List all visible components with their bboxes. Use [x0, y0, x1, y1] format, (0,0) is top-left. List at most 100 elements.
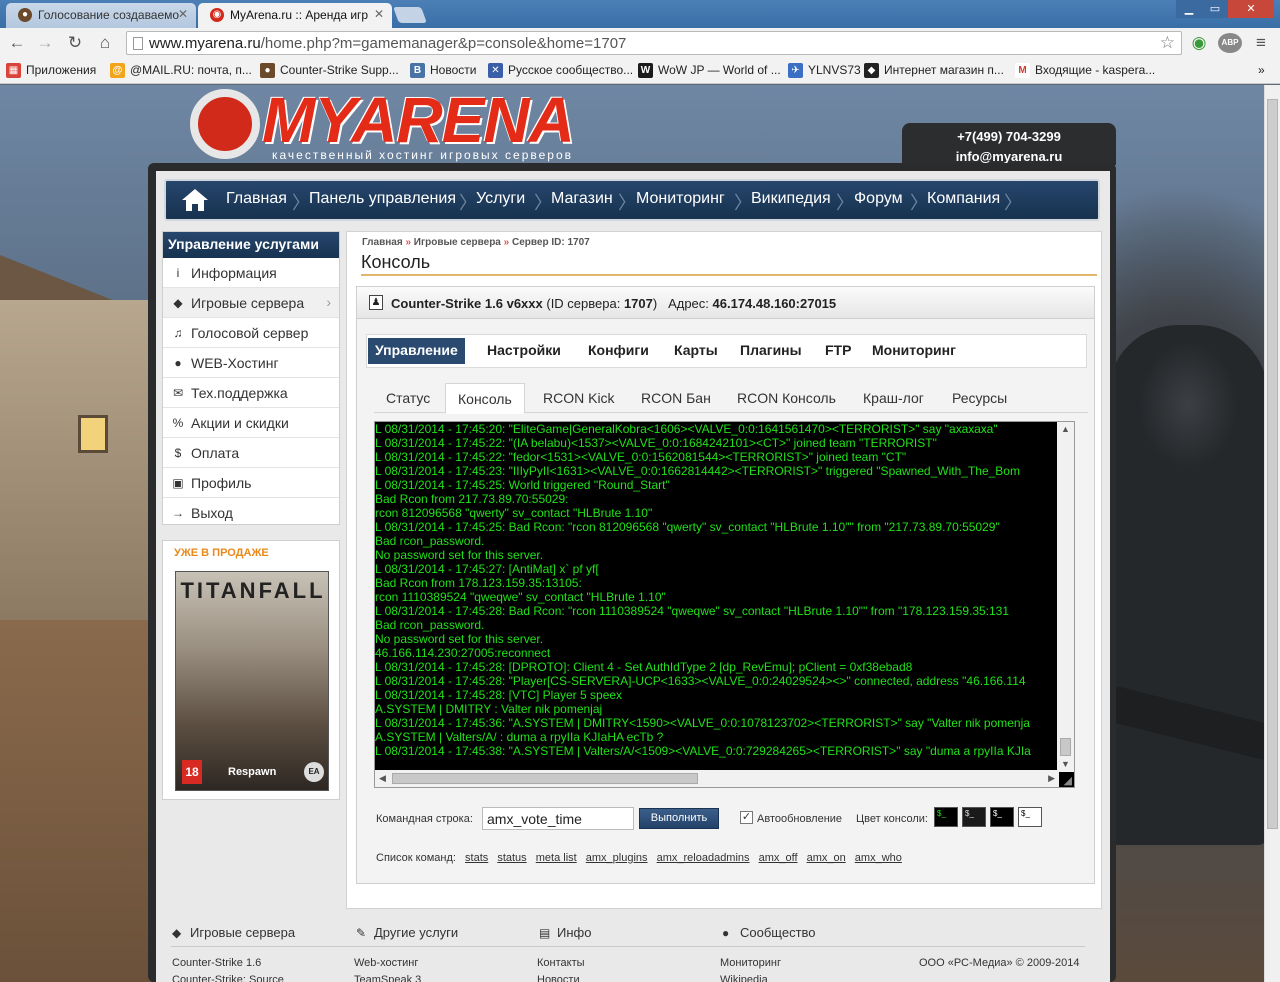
reload-icon[interactable]: ↻ — [64, 32, 86, 54]
nav-item-wiki[interactable]: Википедия — [751, 190, 831, 208]
address-bar[interactable]: www.myarena.ru/home.php?m=gamemanager&p=… — [126, 31, 1182, 55]
sidebar-item-support[interactable]: ✉ Тех.поддержка — [163, 378, 339, 408]
close-tab-icon[interactable]: ✕ — [374, 7, 384, 21]
bookmark-mailru[interactable]: @ @MAIL.RU: почта, п... — [110, 63, 252, 78]
sidebar-item-payment[interactable]: $ Оплата — [163, 438, 339, 468]
back-arrow-icon[interactable]: ← — [6, 32, 28, 54]
subtab-rcon-console[interactable]: RCON Консоль — [725, 383, 848, 414]
extension-green-icon[interactable]: ◉ — [1188, 32, 1210, 54]
console-color-green[interactable]: $_ — [934, 807, 958, 827]
bookmark-russian-community[interactable]: ✕ Русское сообщество... — [488, 63, 633, 78]
console-output[interactable]: L 08/31/2014 - 17:45:20: "EliteGame|Gene… — [374, 421, 1075, 788]
tab-maps[interactable]: Карты — [667, 338, 725, 364]
scroll-up-arrow-icon[interactable]: ▲ — [1061, 424, 1070, 434]
nav-item-company[interactable]: Компания — [927, 190, 1000, 208]
minimize-window-button[interactable]: ▁ — [1176, 0, 1202, 18]
nav-item-shop[interactable]: Магазин — [551, 190, 613, 208]
nav-item-monitoring[interactable]: Мониторинг — [636, 190, 725, 208]
scroll-left-arrow-icon[interactable]: ◀ — [379, 773, 386, 784]
footer-link[interactable]: Мониторинг — [720, 957, 781, 969]
home-icon[interactable]: ⌂ — [94, 32, 116, 54]
command-link-amx-reloadadmins[interactable]: amx_reloadadmins — [657, 852, 750, 864]
nav-item-control-panel[interactable]: Панель управления — [309, 190, 456, 208]
command-link-amx-who[interactable]: amx_who — [855, 852, 902, 864]
command-link-amx-on[interactable]: amx_on — [807, 852, 846, 864]
bookmark-shop[interactable]: ◆ Интернет магазин п... — [864, 63, 1004, 78]
tab-monitoring[interactable]: Мониторинг — [865, 338, 963, 364]
adblock-extension-icon[interactable]: ABP — [1218, 33, 1242, 53]
maximize-window-button[interactable]: ▭ — [1202, 0, 1228, 18]
subtab-console[interactable]: Консоль — [445, 383, 525, 414]
bookmark-ylnvs73[interactable]: ✈ YLNVS73 — [788, 63, 861, 78]
breadcrumb-home[interactable]: Главная — [362, 237, 403, 248]
browser-tab-voting[interactable]: ● Голосование создаваемо ✕ — [6, 3, 196, 28]
browser-tab-myarena[interactable]: ◉ MyArena.ru :: Аренда игр ✕ — [198, 3, 392, 28]
subtab-rcon-kick[interactable]: RCON Kick — [531, 383, 627, 414]
sidebar-item-logout[interactable]: → Выход — [163, 498, 339, 528]
bookmark-vk-news[interactable]: B Новости — [410, 63, 476, 78]
bookmark-gmail[interactable]: M Входящие - kaspera... — [1015, 63, 1155, 78]
house-icon[interactable] — [180, 187, 210, 213]
footer-link[interactable]: Wikipedia — [720, 974, 768, 982]
close-window-button[interactable]: ✕ — [1228, 0, 1274, 18]
subtab-status[interactable]: Статус — [374, 383, 442, 414]
breadcrumb-game-servers[interactable]: Игровые сервера — [414, 237, 501, 248]
bookmark-wow-jp[interactable]: W WoW JP — World of ... — [638, 63, 781, 78]
tab-configs[interactable]: Конфиги — [581, 338, 656, 364]
tab-plugins[interactable]: Плагины — [733, 338, 809, 364]
command-link-amx-plugins[interactable]: amx_plugins — [586, 852, 648, 864]
command-link-amx-off[interactable]: amx_off — [759, 852, 798, 864]
tab-management[interactable]: Управление — [368, 338, 465, 364]
nav-item-forum[interactable]: Форум — [854, 190, 903, 208]
bookmark-star-icon[interactable]: ☆ — [1160, 33, 1175, 53]
autoupdate-checkbox[interactable]: ✓ — [740, 811, 753, 824]
tab-ftp[interactable]: FTP — [818, 338, 858, 364]
command-link-status[interactable]: status — [497, 852, 526, 864]
titanfall-cover-image[interactable]: TITANFALL 18 Respawn EA — [175, 571, 329, 791]
footer-link[interactable]: Counter-Strike: Source — [172, 974, 284, 982]
sidebar-item-promotions[interactable]: % Акции и скидки — [163, 408, 339, 438]
new-tab-button[interactable] — [393, 7, 427, 23]
sidebar-item-game-servers[interactable]: ◆ Игровые сервера › — [163, 288, 339, 318]
footer-link[interactable]: Новости — [537, 974, 580, 982]
bookmark-apps[interactable]: ▦ Приложения — [6, 63, 96, 78]
command-input[interactable]: amx_vote_time — [482, 807, 634, 830]
console-color-black-on-white[interactable]: $_ — [1018, 807, 1042, 827]
console-color-white-on-black[interactable]: $_ — [990, 807, 1014, 827]
scroll-down-arrow-icon[interactable]: ▼ — [1061, 759, 1070, 769]
page-vertical-scrollbar[interactable] — [1264, 85, 1280, 982]
command-link-stats[interactable]: stats — [465, 852, 488, 864]
nav-item-home[interactable]: Главная — [226, 190, 287, 208]
footer-link[interactable]: Контакты — [537, 957, 585, 969]
sidebar-item-profile[interactable]: ▣ Профиль — [163, 468, 339, 498]
tab-settings[interactable]: Настройки — [480, 338, 568, 364]
sidebar-item-voice-server[interactable]: ♫ Голосовой сервер — [163, 318, 339, 348]
close-tab-icon[interactable]: ✕ — [178, 7, 188, 21]
subtab-rcon-ban[interactable]: RCON Бан — [629, 383, 723, 414]
nav-item-services[interactable]: Услуги — [476, 190, 525, 208]
forward-arrow-icon[interactable]: → — [34, 32, 56, 54]
sidebar-item-web-hosting[interactable]: ● WEB-Хостинг — [163, 348, 339, 378]
sidebar-item-info[interactable]: i Информация — [163, 258, 339, 288]
myarena-logo[interactable]: MYARENA качественный хостинг игровых сер… — [190, 85, 590, 163]
page-scroll-thumb[interactable] — [1267, 99, 1278, 829]
bird-icon: ✈ — [788, 63, 803, 78]
menu-icon[interactable]: ≡ — [1250, 32, 1272, 54]
footer-link[interactable]: Counter-Strike 1.6 — [172, 957, 261, 969]
bookmarks-overflow-chevron[interactable]: » — [1258, 63, 1265, 77]
resize-grip-icon[interactable]: ◢ — [1064, 774, 1072, 787]
console-vertical-scrollbar[interactable]: ▲ ▼ — [1057, 422, 1074, 772]
scroll-right-arrow-icon[interactable]: ▶ — [1048, 773, 1055, 784]
console-horizontal-scroll-thumb[interactable] — [392, 773, 698, 784]
console-vertical-scroll-thumb[interactable] — [1060, 738, 1071, 756]
execute-button[interactable]: Выполнить — [639, 808, 719, 829]
footer-link[interactable]: TeamSpeak 3 — [354, 974, 421, 982]
console-color-gray[interactable]: $_ — [962, 807, 986, 827]
footer-link[interactable]: Web-хостинг — [354, 957, 418, 969]
bookmark-cs-support[interactable]: ● Counter-Strike Supp... — [260, 63, 399, 78]
console-lines: L 08/31/2014 - 17:45:20: "EliteGame|Gene… — [375, 422, 1057, 772]
console-horizontal-scrollbar[interactable]: ◀ ▶ — [375, 770, 1059, 787]
subtab-crash-log[interactable]: Краш-лог — [851, 383, 936, 414]
subtab-resources[interactable]: Ресурсы — [940, 383, 1019, 414]
command-link-meta-list[interactable]: meta list — [536, 852, 577, 864]
